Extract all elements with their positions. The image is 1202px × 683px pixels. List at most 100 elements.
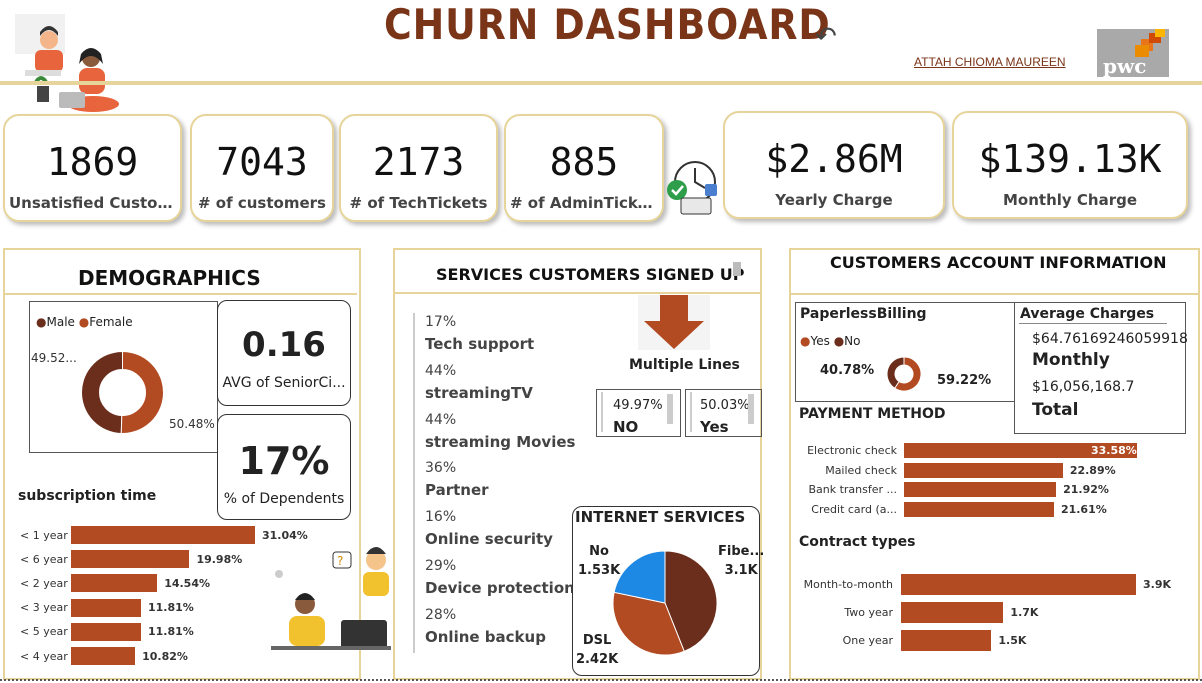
bar[interactable] [901, 630, 992, 651]
support-ticket-icon [663, 158, 723, 218]
kpi-label: Monthly Charge [1002, 191, 1138, 209]
services-divider [395, 292, 760, 294]
paperless-donut-chart [886, 356, 922, 392]
service-name: Online security [425, 530, 553, 549]
bar-value-label: 22.89% [1069, 463, 1116, 477]
bar[interactable] [71, 647, 136, 665]
service-name: streaming Movies [425, 432, 576, 451]
legend-female: Female [89, 315, 133, 329]
multiple-lines-yes-card: 50.03% Yes [685, 389, 762, 437]
service-pct: 17% [425, 314, 457, 330]
bar-category-label: One year [842, 634, 893, 647]
pie-slice-male[interactable] [81, 350, 123, 434]
bar[interactable] [71, 598, 141, 617]
bar-category-label: < 5 year [20, 625, 68, 639]
bar-value-label: 1.7K [1010, 606, 1039, 619]
bar[interactable] [71, 574, 158, 593]
gender-donut-chart [81, 350, 164, 434]
no-name: No [589, 544, 609, 559]
service-name: Tech support [425, 335, 535, 353]
bar-category-label: < 2 year [20, 576, 68, 590]
scrollbar-thumb[interactable] [733, 262, 741, 276]
ml-no-value: 49.97% [613, 398, 663, 413]
bottom-dotted-border [0, 679, 1202, 681]
pwc-logo: pwc [1097, 29, 1169, 78]
bar-category-label: Bank transfer ... [808, 483, 897, 497]
paperless-left-label: 40.78% [820, 363, 875, 378]
bar-value-label: 21.92% [1063, 483, 1109, 497]
bar[interactable] [71, 526, 255, 544]
multiple-lines-title: Multiple Lines [629, 357, 740, 373]
service-pct: 44% [425, 362, 457, 379]
female-pct-label: 50.48% [169, 417, 215, 431]
internet-fiber-label: Fibe... 3.1K [718, 542, 764, 580]
pie-slice-female[interactable] [120, 350, 164, 434]
male-legend-dot: ● [36, 315, 47, 329]
kpi-card-admin-tickets: 885 # of AdminTickets [504, 114, 664, 222]
paperless-right-label: 59.22% [937, 373, 992, 388]
bar-value-label: 1.5K [998, 634, 1027, 647]
legend-yes: Yes [810, 334, 830, 348]
service-pct: 29% [425, 558, 457, 574]
bar[interactable] [904, 502, 1054, 518]
ml-yes-value: 50.03% [700, 398, 750, 413]
bar-value-label: 33.58% [1091, 444, 1137, 457]
bar[interactable] [71, 550, 190, 569]
dashboard-title: CHURN DASHBOARD [384, 0, 831, 49]
service-name: Partner [425, 481, 489, 500]
service-pct: 44% [425, 411, 457, 428]
kpi-value: 1869 [46, 140, 139, 184]
bar-value-label: 3.9K [1143, 578, 1172, 591]
bar-value-label: 14.54% [164, 576, 211, 590]
people-illustration [15, 14, 125, 118]
kpi-label: # of customers [198, 194, 326, 212]
bar-value-label: 11.81% [148, 625, 194, 639]
service-name: Online backup [425, 627, 546, 646]
service-name: Device protection [425, 579, 575, 597]
kpi-value: $2.86M [765, 137, 903, 181]
paperless-title: PaperlessBilling [800, 306, 927, 322]
down-arrow-icon [638, 295, 710, 350]
author-link[interactable]: ATTAH CHIOMA MAUREEN [914, 55, 1066, 69]
demographics-title: DEMOGRAPHICS [78, 266, 261, 290]
female-legend-dot: ● [78, 315, 90, 329]
avg-monthly-value: $64.76169246059918 [1032, 331, 1188, 347]
bar-value-label: 19.98% [196, 552, 243, 566]
kpi-card-yearly-charge: $2.86M Yearly Charge [723, 111, 945, 219]
paperless-legend: ●Yes ●No [800, 334, 861, 348]
bar-category-label: Two year [844, 606, 893, 619]
avg-total-label: Total [1032, 400, 1079, 420]
contract-title: Contract types [799, 534, 916, 550]
svg-text:pwc: pwc [1103, 54, 1146, 77]
services-list-rule [413, 313, 415, 653]
kpi-label: Yearly Charge [775, 191, 893, 209]
avg-title: Average Charges [1020, 306, 1155, 322]
kpi-card-monthly-charge: $139.13K Monthly Charge [952, 111, 1188, 219]
demographics-divider [5, 293, 357, 295]
bar[interactable] [904, 482, 1057, 498]
multiple-lines-no-card: 49.97% NO [596, 389, 681, 437]
bar-category-label: < 6 year [20, 552, 68, 566]
bar[interactable] [901, 602, 1004, 623]
kpi-label: Unsatisfied Custom... [9, 194, 176, 212]
bar-category-label: Month-to-month [803, 578, 893, 591]
gender-legend: ●Male ●Female [36, 315, 133, 329]
service-pct: 28% [425, 606, 457, 623]
average-charges-card: Average Charges $64.76169246059918 Month… [1014, 302, 1188, 434]
internet-no-label: No 1.53K [578, 542, 620, 580]
subscription-title: subscription time [18, 488, 157, 504]
no-legend-dot: ● [833, 334, 845, 348]
bar[interactable] [904, 462, 1063, 478]
avg-monthly-label: Monthly [1032, 350, 1110, 370]
bar-category-label: < 4 year [20, 649, 68, 663]
dependents-value: 17% [238, 439, 330, 483]
avg-total-value: $16,056,168.7 [1032, 379, 1135, 395]
back-arrow-icon[interactable]: ↶ [815, 22, 837, 52]
bar[interactable] [901, 574, 1136, 595]
payment-title: PAYMENT METHOD [799, 406, 946, 422]
senior-value: 0.16 [242, 325, 326, 365]
bar[interactable] [71, 622, 141, 641]
avg-title-rule [1019, 323, 1167, 324]
account-divider [791, 293, 1198, 295]
male-pct-label: 49.52... [31, 351, 77, 365]
